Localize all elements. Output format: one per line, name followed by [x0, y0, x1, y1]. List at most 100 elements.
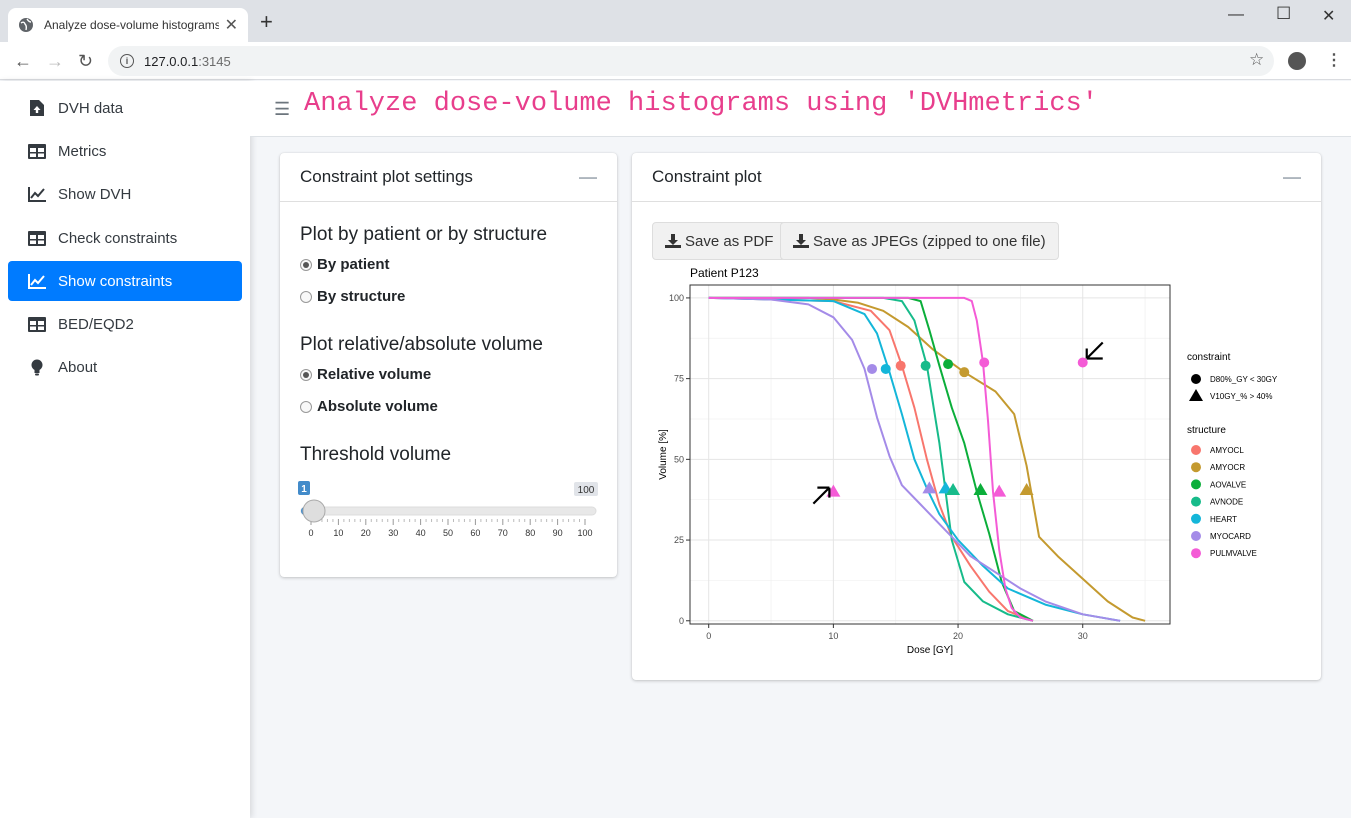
slider-track[interactable] — [300, 506, 597, 516]
radio-by-patient[interactable]: By patient — [300, 256, 390, 273]
slider-ticks: 0 10 20 30 40 50 60 70 80 90 100 — [308, 519, 593, 538]
sidebar-item-label: DVH data — [58, 99, 124, 117]
x-tick-label: 10 — [828, 631, 838, 641]
browser-tab-bar: Analyze dose-volume histograms ✕ + — ☐ ✕ — [0, 0, 1351, 42]
sidebar-item-check-constraints[interactable]: Check constraints — [8, 218, 242, 258]
x-tick-label: 0 — [706, 631, 711, 641]
plot-by-label: Plot by patient or by structure — [300, 224, 548, 245]
y-tick-label: 0 — [679, 616, 684, 626]
radio-label: Absolute volume — [317, 398, 438, 415]
reload-icon[interactable]: ↻ — [78, 51, 93, 72]
legend-constraint-label: V10GY_% > 40% — [1210, 392, 1272, 401]
slider-tick-label: 30 — [388, 528, 398, 538]
slider-tick-label: 0 — [308, 528, 313, 538]
legend-key-amyocr — [1191, 462, 1201, 473]
sidebar: DVH data Metrics Show DVH Check constrai… — [0, 81, 250, 818]
x-tick-label: 30 — [1078, 631, 1088, 641]
slider-handle[interactable] — [302, 499, 326, 523]
slider-max-label: 100 — [578, 485, 595, 496]
d80-point-amyocl — [895, 360, 906, 371]
d80-point-pulmvalve — [979, 357, 990, 368]
constraint-plot-card: Constraint plot — Save as PDF Save as JP… — [632, 153, 1321, 680]
account-icon[interactable] — [1288, 52, 1306, 70]
radio-absolute-volume[interactable]: Absolute volume — [300, 398, 438, 415]
legend-key-amyocl — [1191, 445, 1201, 455]
sidebar-item-label: Show DVH — [58, 185, 132, 203]
browser-tab[interactable]: Analyze dose-volume histograms ✕ — [8, 8, 248, 42]
threshold-slider[interactable]: 1 100 0 10 20 30 40 50 60 70 80 90 100 — [298, 479, 603, 543]
threshold-volume-label: Threshold volume — [300, 444, 452, 465]
save-pdf-button[interactable]: Save as PDF — [652, 222, 787, 260]
legend-key-heart — [1191, 513, 1201, 524]
table-icon — [28, 143, 46, 159]
info-icon[interactable]: i — [120, 54, 134, 68]
legend-key-aovalve — [1191, 479, 1201, 490]
d80-point-avnode — [920, 360, 931, 371]
collapse-icon[interactable]: — — [579, 167, 597, 188]
download-icon — [793, 234, 809, 248]
menu-kebab-icon[interactable]: ⋮ — [1326, 50, 1342, 70]
app-header: ☰ Analyze dose-volume histograms using '… — [250, 81, 1351, 137]
legend-structure-label: AVNODE — [1210, 498, 1243, 507]
d80-point-pulmvalve — [1077, 357, 1088, 368]
radio-label: By structure — [317, 288, 406, 305]
collapse-icon[interactable]: — — [1283, 167, 1301, 188]
radio-selected-icon[interactable] — [300, 258, 312, 271]
x-tick-label: 20 — [953, 631, 963, 641]
y-tick-label: 100 — [669, 293, 684, 303]
d80-point-myocard — [867, 363, 878, 374]
card-title: Constraint plot settings — [300, 167, 473, 186]
sidebar-item-about[interactable]: About — [8, 347, 242, 387]
maximize-icon[interactable]: ☐ — [1276, 4, 1291, 24]
lightbulb-icon — [28, 359, 46, 375]
radio-selected-icon[interactable] — [300, 368, 312, 381]
y-tick-label: 50 — [674, 454, 684, 464]
hamburger-menu-icon[interactable]: ☰ — [274, 99, 290, 120]
back-icon[interactable]: ← — [14, 51, 32, 72]
address-bar: ← → ↻ i 127.0.0.1:3145 ☆ ⋮ — [0, 42, 1351, 80]
radio-by-structure[interactable]: By structure — [300, 288, 405, 305]
sidebar-item-show-dvh[interactable]: Show DVH — [8, 174, 242, 214]
y-axis-label: Volume [%] — [658, 429, 669, 480]
bookmark-star-icon[interactable]: ☆ — [1249, 50, 1264, 70]
x-axis-label: Dose [GY] — [907, 645, 953, 656]
sidebar-item-bed-eqd2[interactable]: BED/EQD2 — [8, 304, 242, 344]
minimize-icon[interactable]: — — [1228, 6, 1244, 24]
constraint-plot: Patient P123 0 10 20 30 0 25 50 75 100 Dose [GY] Vo… — [658, 266, 1278, 656]
forward-icon[interactable]: → — [46, 51, 64, 72]
y-tick-label: 75 — [674, 374, 684, 384]
legend-structure-label: MYOCARD — [1210, 532, 1251, 541]
url-host: 127.0.0.1 — [144, 53, 199, 69]
legend-structure-label: AMYOCR — [1210, 463, 1245, 472]
radio-relative-volume[interactable]: Relative volume — [300, 366, 431, 383]
chart-title: Patient P123 — [690, 266, 759, 280]
slider-tick-label: 60 — [470, 528, 480, 538]
legend-triangle-icon — [1189, 389, 1203, 401]
slider-tick-label: 10 — [333, 528, 343, 538]
file-upload-icon — [28, 100, 46, 116]
sidebar-item-label: Check constraints — [58, 229, 178, 247]
card-title: Constraint plot — [652, 167, 762, 186]
slider-tick-label: 20 — [361, 528, 371, 538]
d80-point-amyocr — [959, 367, 970, 378]
slider-tick-label: 70 — [498, 528, 508, 538]
slider-tick-label: 50 — [443, 528, 453, 538]
save-jpeg-button[interactable]: Save as JPEGs (zipped to one file) — [780, 222, 1059, 260]
new-tab-icon[interactable]: + — [260, 11, 273, 33]
window-close-icon[interactable]: ✕ — [1322, 6, 1335, 26]
tab-title: Analyze dose-volume histograms — [44, 18, 219, 32]
url-input[interactable]: i 127.0.0.1:3145 — [108, 46, 1274, 76]
sidebar-item-metrics[interactable]: Metrics — [8, 131, 242, 171]
sidebar-item-label: About — [58, 358, 98, 376]
sidebar-item-dvh-data[interactable]: DVH data — [8, 88, 242, 128]
legend-constraint-label: D80%_GY < 30GY — [1210, 375, 1278, 384]
sidebar-item-label: Show constraints — [58, 272, 173, 290]
url-port: :3145 — [198, 53, 231, 69]
legend-structure-label: AMYOCL — [1210, 446, 1244, 455]
tab-close-icon[interactable]: ✕ — [225, 15, 238, 35]
slider-tick-label: 80 — [525, 528, 535, 538]
sidebar-item-show-constraints[interactable]: Show constraints — [8, 261, 242, 301]
radio-unselected-icon[interactable] — [300, 290, 312, 303]
radio-unselected-icon[interactable] — [300, 400, 312, 413]
download-icon — [665, 234, 681, 248]
